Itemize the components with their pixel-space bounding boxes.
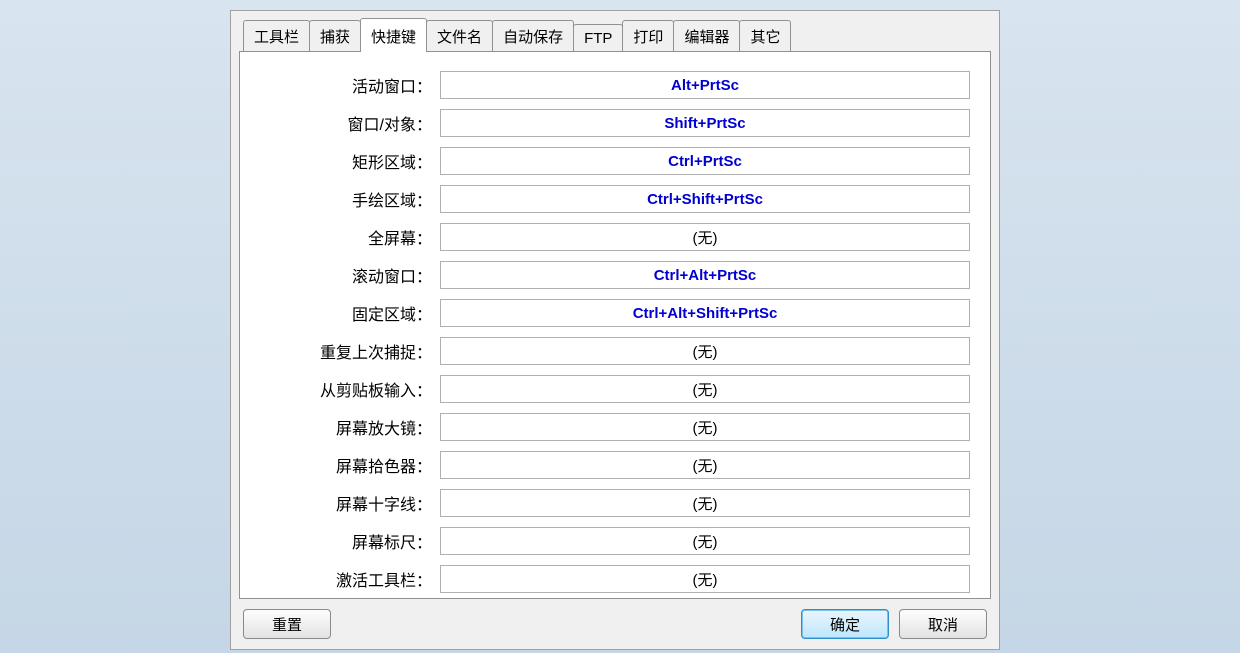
hotkey-row-window-object: 窗口/对象： Shift+PrtSc — [260, 108, 970, 138]
cancel-button[interactable]: 取消 — [899, 609, 987, 639]
hotkey-row-color-picker: 屏幕拾色器： (无) — [260, 450, 970, 480]
tab-filename[interactable]: 文件名 — [426, 20, 493, 51]
hotkey-row-clipboard-input: 从剪贴板输入： (无) — [260, 374, 970, 404]
hotkey-row-full-screen: 全屏幕： (无) — [260, 222, 970, 252]
hotkey-label: 窗口/对象： — [260, 111, 440, 135]
tab-hotkey[interactable]: 快捷键 — [360, 18, 427, 52]
hotkey-label: 矩形区域： — [260, 149, 440, 173]
hotkey-row-ruler: 屏幕标尺： (无) — [260, 526, 970, 556]
hotkey-panel: 活动窗口： Alt+PrtSc 窗口/对象： Shift+PrtSc 矩形区域：… — [239, 51, 991, 599]
button-bar: 重置 确定 取消 — [239, 609, 991, 639]
hotkey-field-ruler[interactable]: (无) — [440, 527, 970, 555]
hotkey-row-crosshair: 屏幕十字线： (无) — [260, 488, 970, 518]
tab-ftp[interactable]: FTP — [573, 24, 623, 51]
hotkey-field-fixed-region[interactable]: Ctrl+Alt+Shift+PrtSc — [440, 299, 970, 327]
hotkey-field-active-window[interactable]: Alt+PrtSc — [440, 71, 970, 99]
hotkey-row-freehand-region: 手绘区域： Ctrl+Shift+PrtSc — [260, 184, 970, 214]
hotkey-label: 屏幕放大镜： — [260, 415, 440, 439]
tab-autosave[interactable]: 自动保存 — [492, 20, 574, 51]
settings-dialog: 工具栏 捕获 快捷键 文件名 自动保存 FTP 打印 编辑器 其它 活动窗口： … — [230, 10, 1000, 650]
hotkey-field-color-picker[interactable]: (无) — [440, 451, 970, 479]
reset-button[interactable]: 重置 — [243, 609, 331, 639]
ok-button[interactable]: 确定 — [801, 609, 889, 639]
tab-other[interactable]: 其它 — [739, 20, 791, 51]
hotkey-label: 全屏幕： — [260, 225, 440, 249]
hotkey-field-crosshair[interactable]: (无) — [440, 489, 970, 517]
hotkey-field-repeat-last[interactable]: (无) — [440, 337, 970, 365]
tab-toolbar[interactable]: 工具栏 — [243, 20, 310, 51]
hotkey-row-scroll-window: 滚动窗口： Ctrl+Alt+PrtSc — [260, 260, 970, 290]
hotkey-field-toggle-toolbar[interactable]: (无) — [440, 565, 970, 593]
hotkey-field-window-object[interactable]: Shift+PrtSc — [440, 109, 970, 137]
hotkey-list: 活动窗口： Alt+PrtSc 窗口/对象： Shift+PrtSc 矩形区域：… — [260, 68, 970, 594]
hotkey-label: 滚动窗口： — [260, 263, 440, 287]
hotkey-row-toggle-toolbar: 激活工具栏： (无) — [260, 564, 970, 594]
hotkey-label: 屏幕拾色器： — [260, 453, 440, 477]
hotkey-row-active-window: 活动窗口： Alt+PrtSc — [260, 70, 970, 100]
hotkey-row-fixed-region: 固定区域： Ctrl+Alt+Shift+PrtSc — [260, 298, 970, 328]
hotkey-field-scroll-window[interactable]: Ctrl+Alt+PrtSc — [440, 261, 970, 289]
tab-editor[interactable]: 编辑器 — [673, 20, 740, 51]
hotkey-label: 活动窗口： — [260, 73, 440, 97]
hotkey-label: 屏幕十字线： — [260, 491, 440, 515]
hotkey-field-clipboard-input[interactable]: (无) — [440, 375, 970, 403]
hotkey-label: 重复上次捕捉： — [260, 339, 440, 363]
hotkey-field-magnifier[interactable]: (无) — [440, 413, 970, 441]
hotkey-field-freehand-region[interactable]: Ctrl+Shift+PrtSc — [440, 185, 970, 213]
tab-print[interactable]: 打印 — [622, 20, 674, 51]
hotkey-label: 从剪贴板输入： — [260, 377, 440, 401]
tabs-row: 工具栏 捕获 快捷键 文件名 自动保存 FTP 打印 编辑器 其它 — [243, 17, 991, 51]
hotkey-field-rect-region[interactable]: Ctrl+PrtSc — [440, 147, 970, 175]
hotkey-label: 固定区域： — [260, 301, 440, 325]
hotkey-label: 手绘区域： — [260, 187, 440, 211]
hotkey-field-full-screen[interactable]: (无) — [440, 223, 970, 251]
hotkey-label: 激活工具栏： — [260, 567, 440, 591]
tab-capture[interactable]: 捕获 — [309, 20, 361, 51]
hotkey-label: 屏幕标尺： — [260, 529, 440, 553]
hotkey-row-magnifier: 屏幕放大镜： (无) — [260, 412, 970, 442]
hotkey-row-rect-region: 矩形区域： Ctrl+PrtSc — [260, 146, 970, 176]
hotkey-row-repeat-last: 重复上次捕捉： (无) — [260, 336, 970, 366]
